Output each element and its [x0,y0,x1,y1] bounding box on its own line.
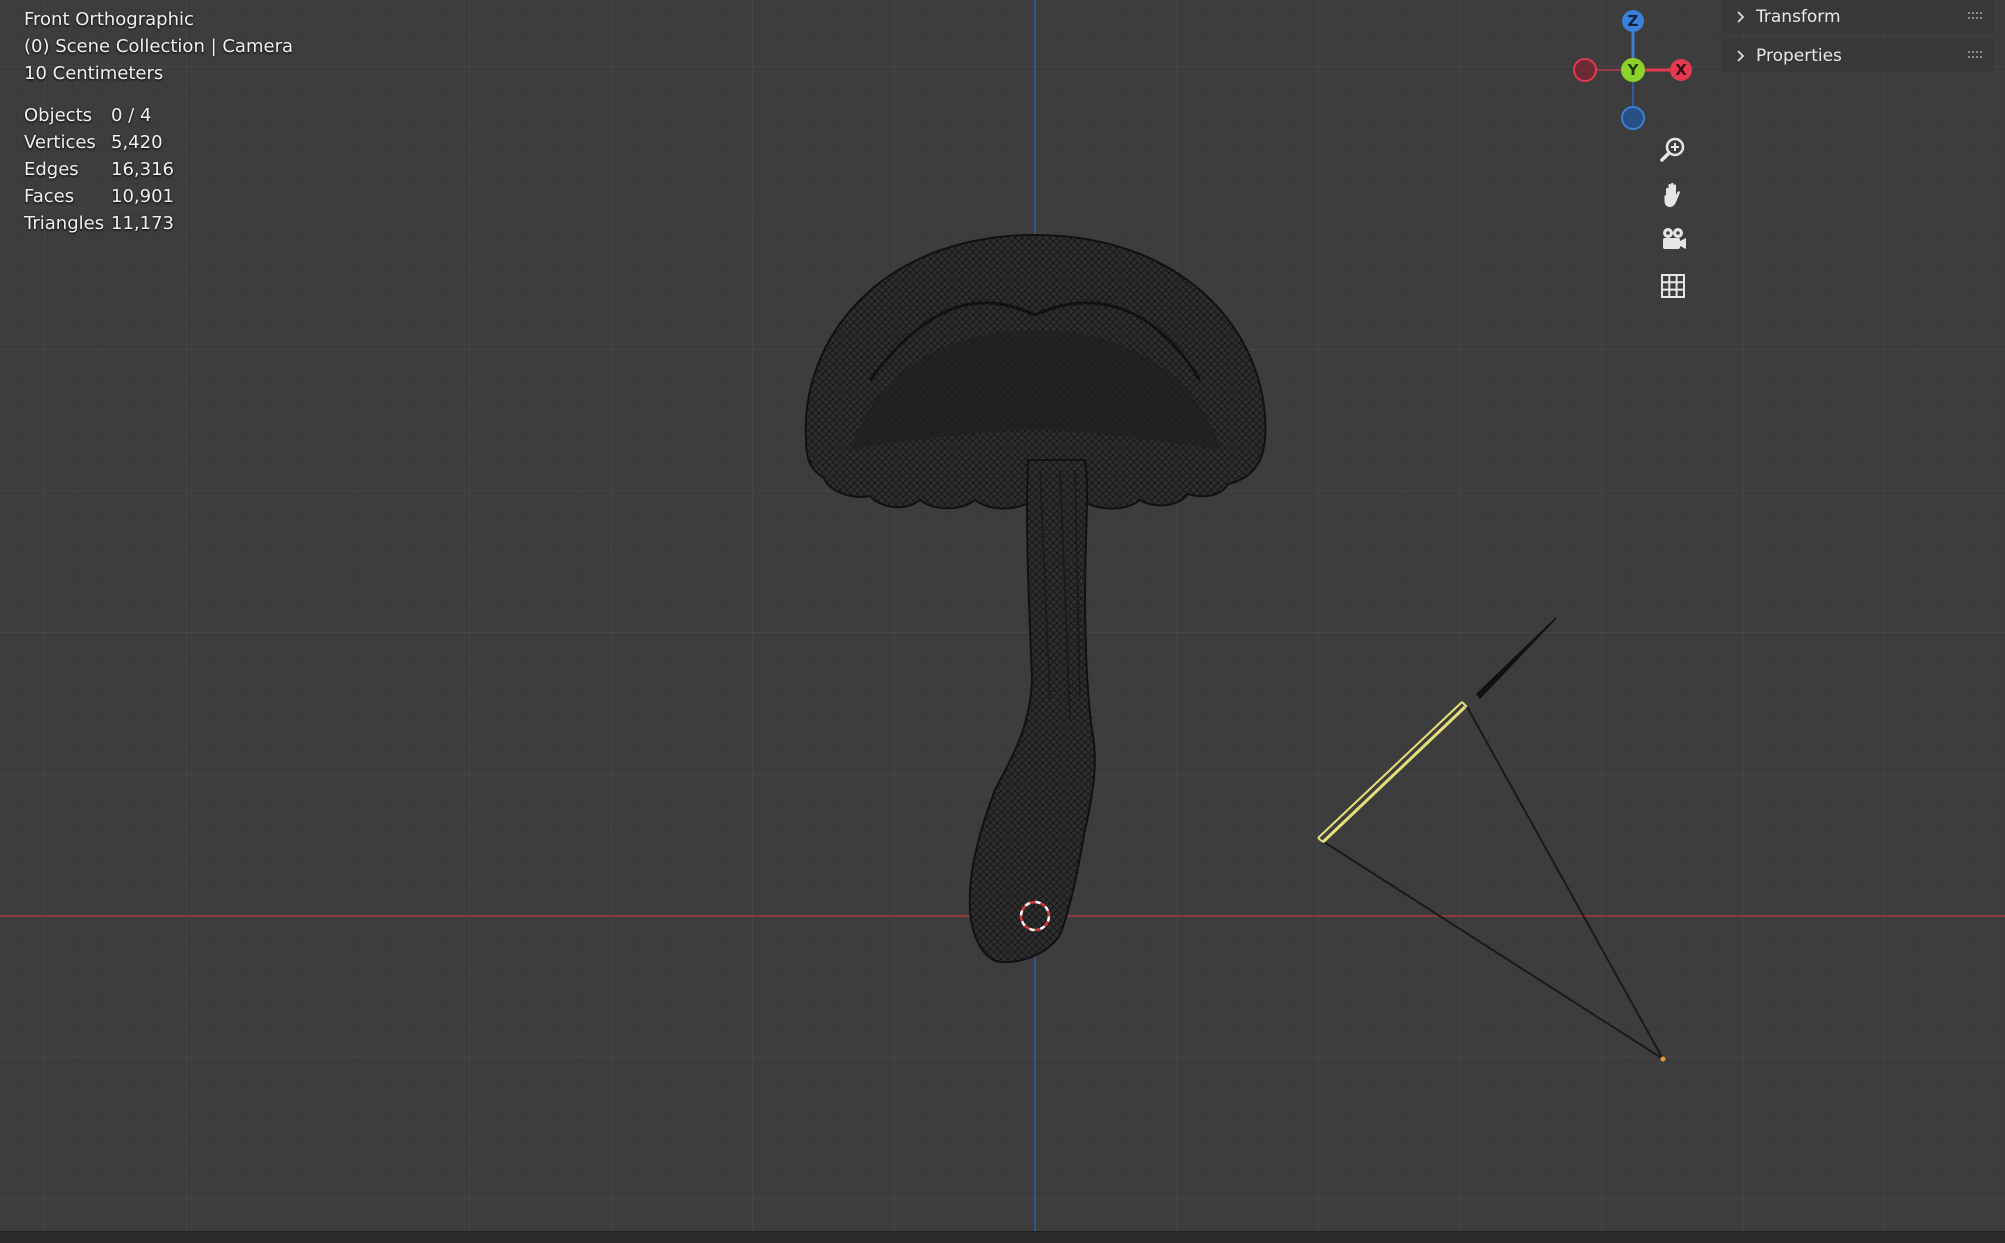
stat-value: 0 / 4 [111,105,152,126]
drag-grip-icon[interactable] [1968,12,1984,20]
stat-row: Objects 0 / 4 [24,102,174,129]
panel-transform[interactable]: Transform [1722,0,1994,33]
gizmo-x-label: X [1675,61,1687,79]
gizmo-y-label: Y [1627,61,1640,79]
gizmo-neg-z[interactable] [1621,106,1645,130]
stat-row: Vertices 5,420 [24,129,174,156]
scene-statistics: Objects 0 / 4 Vertices 5,420 Edges 16,31… [24,102,174,237]
mushroom-wireframe[interactable] [804,233,1267,964]
stat-row: Faces 10,901 [24,183,174,210]
drag-grip-icon[interactable] [1968,51,1984,59]
camera-object[interactable] [1317,617,1666,1062]
stat-value: 11,173 [111,213,174,234]
ortho-toggle-button[interactable] [1653,266,1693,306]
zoom-button[interactable] [1653,130,1693,170]
stat-label: Vertices [24,132,96,153]
stat-value: 5,420 [111,132,163,153]
sidebar-panel: Transform Properties [1722,0,1994,78]
grid-ortho-icon [1661,274,1685,298]
camera-view-button[interactable] [1653,220,1693,260]
camera-view-icon [1663,228,1686,249]
gizmo-z-axis[interactable]: Z [1622,10,1644,32]
stat-value: 10,901 [111,186,174,207]
collection-label: (0) Scene Collection | Camera [24,36,293,57]
stat-label: Triangles [24,213,105,234]
navigation-gizmo[interactable]: Z X Y [1567,6,1697,136]
hand-pan-icon [1664,182,1680,207]
panel-properties[interactable]: Properties [1722,39,1994,72]
gizmo-y-axis[interactable]: Y [1621,58,1645,82]
scene-canvas[interactable] [0,0,2005,1243]
stat-label: Faces [24,186,75,207]
3d-viewport[interactable]: Front Orthographic (0) Scene Collection … [0,0,2005,1243]
chevron-right-icon [1737,10,1745,23]
gizmo-x-axis[interactable]: X [1670,59,1692,81]
stat-label: Objects [24,105,93,126]
timeline-edge [0,1231,2005,1243]
zoom-icon [1660,137,1685,162]
gizmo-z-label: Z [1628,12,1639,30]
stat-value: 16,316 [111,159,174,180]
view-name: Front Orthographic [24,9,194,30]
stat-row: Triangles 11,173 [24,210,174,237]
pan-button[interactable] [1653,175,1693,215]
viewport-info: Front Orthographic (0) Scene Collection … [24,6,293,87]
grid-scale: 10 Centimeters [24,63,164,84]
panel-transform-label: Transform [1756,6,1841,27]
stat-row: Edges 16,316 [24,156,174,183]
stat-label: Edges [24,159,79,180]
chevron-right-icon [1737,49,1745,62]
gizmo-neg-x[interactable] [1573,58,1597,82]
panel-properties-label: Properties [1756,45,1842,66]
